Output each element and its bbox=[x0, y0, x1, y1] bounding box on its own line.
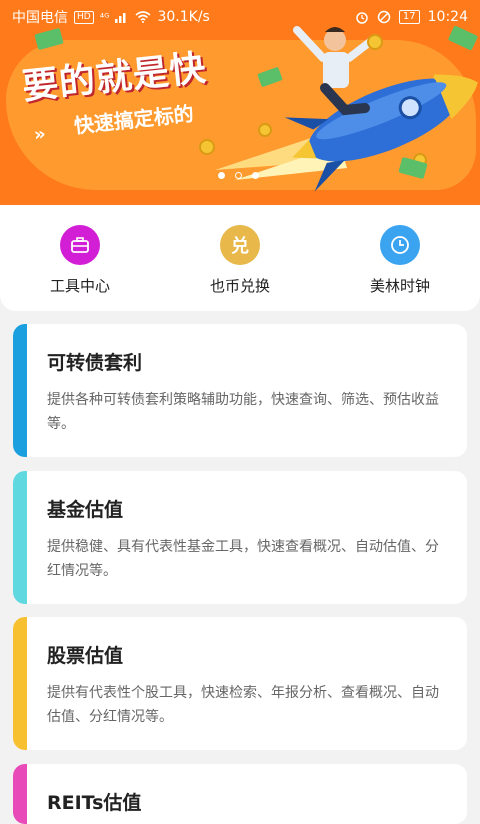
card-title: 股票估值 bbox=[47, 645, 124, 667]
status-bar: 中国电信 HD ⁴ᴳ 30.1K/s 17 10:24 bbox=[0, 0, 480, 34]
alarm-icon bbox=[356, 12, 368, 24]
quick-link-label: 也币兑换 bbox=[209, 277, 270, 295]
card-description: 提供稳健、具有代表性基金工具，快速查看概况、自动估值、分红情况等。 bbox=[47, 539, 439, 579]
carousel-dot[interactable] bbox=[218, 172, 225, 179]
card-accent-bar bbox=[13, 764, 27, 824]
quick-links-panel: 工具中心 兑 也币兑换 美林时钟 bbox=[0, 205, 480, 311]
clock-time: 10:24 bbox=[427, 9, 468, 25]
card-description: 提供各种可转债套利策略辅助功能，快速查询、筛选、预估收益等。 bbox=[47, 392, 439, 432]
card-reits-valuation[interactable]: REITs估值 bbox=[13, 764, 467, 824]
hd-badge: HD bbox=[74, 10, 94, 24]
quick-link-coin-exchange[interactable]: 兑 也币兑换 bbox=[170, 225, 310, 311]
card-stock-valuation[interactable]: 股票估值 提供有代表性个股工具，快速检索、年报分析、查看概况、自动估值、分红情况… bbox=[13, 617, 467, 750]
chevron-right-icon: » bbox=[32, 123, 47, 146]
card-fund-valuation[interactable]: 基金估值 提供稳健、具有代表性基金工具，快速查看概况、自动估值、分红情况等。 bbox=[13, 471, 467, 604]
quick-link-tool-center[interactable]: 工具中心 bbox=[10, 225, 150, 311]
card-title: 可转债套利 bbox=[47, 352, 143, 374]
quick-link-label: 工具中心 bbox=[49, 277, 110, 295]
clock-icon bbox=[380, 225, 420, 265]
card-title: 基金估值 bbox=[47, 499, 124, 521]
carrier-label: 中国电信 bbox=[12, 10, 68, 26]
promo-banner[interactable]: 中国电信 HD ⁴ᴳ 30.1K/s 17 10:24 要的就是快 » 快速搞定… bbox=[0, 0, 480, 205]
carousel-dot-active[interactable] bbox=[235, 172, 242, 179]
card-accent-bar bbox=[13, 471, 27, 604]
network-speed: 30.1K/s bbox=[157, 9, 210, 25]
network-type: ⁴ᴳ bbox=[99, 10, 110, 24]
toolbox-icon bbox=[60, 225, 100, 265]
card-title: REITs估值 bbox=[47, 792, 142, 814]
card-accent-bar bbox=[13, 617, 27, 750]
card-description: 提供有代表性个股工具，快速检索、年报分析、查看概况、自动估值、分红情况等。 bbox=[47, 685, 439, 725]
card-convertible-bond[interactable]: 可转债套利 提供各种可转债套利策略辅助功能，快速查询、筛选、预估收益等。 bbox=[13, 324, 467, 457]
battery-indicator: 17 bbox=[398, 10, 420, 24]
quick-link-merrill-clock[interactable]: 美林时钟 bbox=[330, 225, 470, 311]
card-accent-bar bbox=[13, 324, 27, 457]
signal-icon bbox=[115, 13, 126, 23]
quick-link-label: 美林时钟 bbox=[369, 277, 430, 295]
coin-icon bbox=[199, 139, 215, 155]
exchange-icon: 兑 bbox=[220, 225, 260, 265]
carousel-indicator[interactable] bbox=[218, 172, 259, 179]
wifi-icon bbox=[135, 11, 152, 23]
carousel-dot[interactable] bbox=[252, 172, 259, 179]
data-saver-icon bbox=[377, 10, 391, 24]
